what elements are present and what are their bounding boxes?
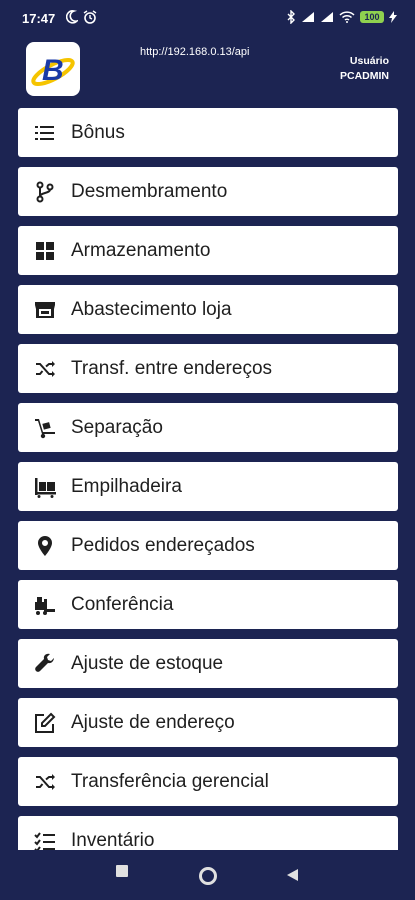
- menu-item-label: Armazenamento: [71, 240, 211, 261]
- android-nav-bar: [0, 850, 415, 900]
- wrench-icon: [35, 653, 54, 672]
- menu-item-ajuste-de-estoque[interactable]: Ajuste de estoque: [18, 639, 398, 688]
- menu-item-label: Empilhadeira: [71, 476, 182, 497]
- svg-text:B: B: [42, 54, 64, 87]
- store-icon: [35, 302, 55, 318]
- menu-item-bonus[interactable]: Bônus: [18, 108, 398, 157]
- menu-item-label: Desmembramento: [71, 181, 228, 202]
- menu-item-ajuste-de-endereco[interactable]: Ajuste de endereço: [18, 698, 398, 747]
- menu-item-label: Transferência gerencial: [71, 771, 269, 792]
- menu-item-label: Separação: [71, 417, 163, 438]
- menu-item-transferencia-gerencial[interactable]: Transferência gerencial: [18, 757, 398, 806]
- forklift-icon: [35, 597, 55, 615]
- menu-item-label: Inventário: [71, 830, 155, 850]
- menu-item-armazenamento[interactable]: Armazenamento: [18, 226, 398, 275]
- menu-item-conferencia[interactable]: Conferência: [18, 580, 398, 629]
- battery-icon: 100: [360, 11, 384, 23]
- pallet-icon: [35, 478, 56, 498]
- menu-item-label: Ajuste de endereço: [71, 712, 235, 733]
- signal-icon: [302, 12, 314, 22]
- bluetooth-icon: [287, 10, 295, 24]
- wifi-icon: [339, 11, 355, 23]
- edit-icon: [35, 712, 56, 733]
- recent-apps-icon[interactable]: [115, 864, 129, 878]
- dolly-icon: [35, 419, 55, 439]
- list-icon: [35, 126, 54, 140]
- user-name: PCADMIN: [340, 70, 389, 82]
- charging-icon: [389, 11, 397, 23]
- menu-item-inventario[interactable]: Inventário: [18, 816, 398, 850]
- checklist-icon: [34, 832, 55, 850]
- menu-item-label: Transf. entre endereços: [71, 358, 273, 379]
- menu-item-label: Pedidos endereçados: [71, 535, 255, 556]
- menu-list: Bônus Desmembramento Armazenamento Abast…: [18, 108, 398, 850]
- location-pin-icon: [38, 536, 52, 556]
- moon-icon: [66, 10, 78, 24]
- shuffle-icon: [36, 774, 55, 790]
- menu-item-label: Conferência: [71, 594, 174, 615]
- user-info: Usuário PCADMIN: [340, 54, 389, 84]
- home-icon[interactable]: [198, 866, 218, 886]
- back-icon[interactable]: [285, 868, 299, 882]
- user-label: Usuário: [349, 55, 389, 67]
- menu-item-label: Ajuste de estoque: [71, 653, 224, 674]
- signal-icon: [321, 12, 333, 22]
- menu-item-transf-entre-enderecos[interactable]: Transf. entre endereços: [18, 344, 398, 393]
- shuffle-icon: [36, 361, 55, 377]
- api-url: http://192.168.0.13/api: [140, 46, 250, 58]
- app-logo: B: [26, 42, 80, 96]
- menu-item-separacao[interactable]: Separação: [18, 403, 398, 452]
- status-time: 17:47: [22, 11, 56, 26]
- menu-item-label: Abastecimento loja: [71, 299, 232, 320]
- menu-item-label: Bônus: [71, 122, 125, 143]
- alarm-icon: [83, 10, 97, 24]
- status-bar: 17:47 100: [0, 0, 415, 38]
- fork-icon: [36, 181, 54, 203]
- menu-item-desmembramento[interactable]: Desmembramento: [18, 167, 398, 216]
- menu-item-empilhadeira[interactable]: Empilhadeira: [18, 462, 398, 511]
- menu-item-abastecimento-loja[interactable]: Abastecimento loja: [18, 285, 398, 334]
- grid-icon: [36, 242, 54, 260]
- menu-item-pedidos-enderecados[interactable]: Pedidos endereçados: [18, 521, 398, 570]
- app-header: B http://192.168.0.13/api Usuário PCADMI…: [0, 38, 415, 100]
